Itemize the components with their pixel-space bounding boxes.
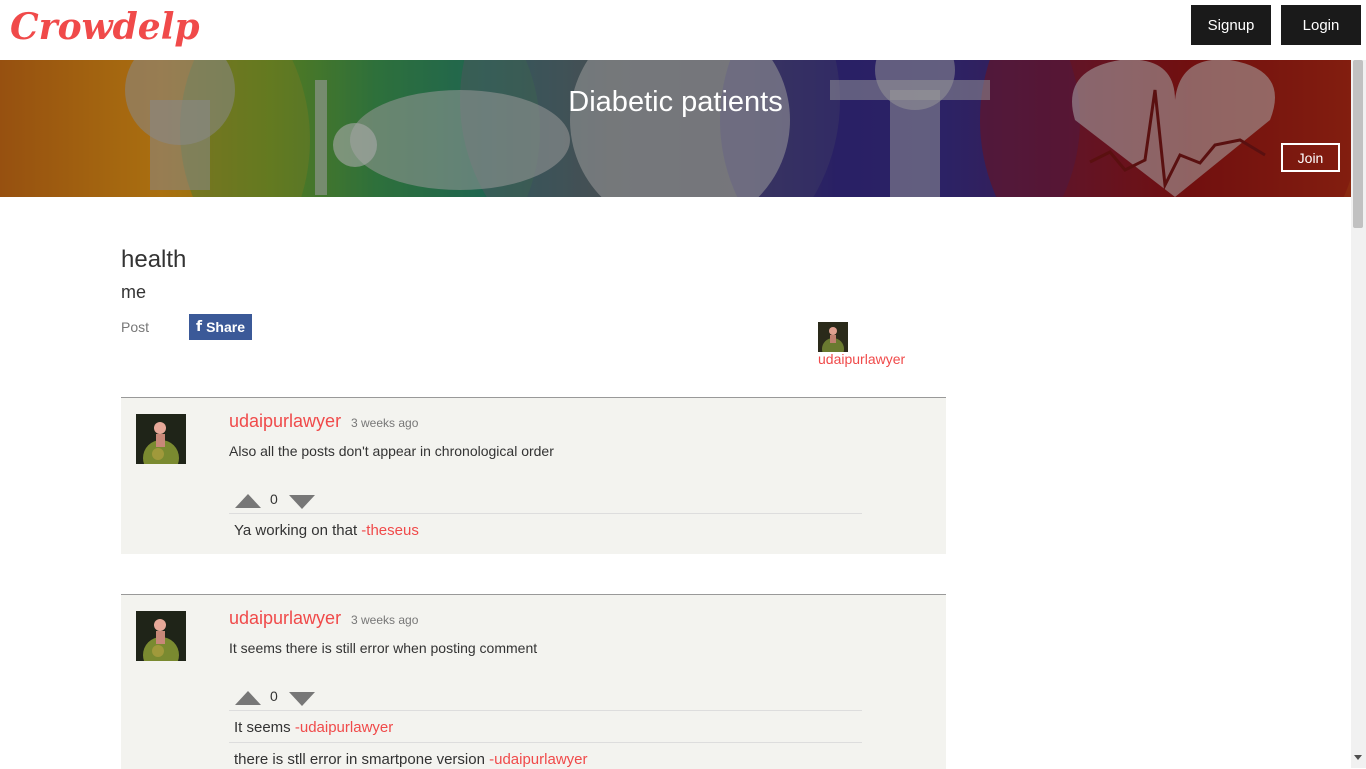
downvote-arrow-icon[interactable] xyxy=(289,692,315,706)
avatar[interactable] xyxy=(136,611,186,661)
comment-card: udaipurlawyer 3 weeks ago It seems there… xyxy=(121,594,946,769)
avatar[interactable] xyxy=(136,414,186,464)
comment-text: Also all the posts don't appear in chron… xyxy=(229,443,554,459)
reply-item: Ya working on that -theseus xyxy=(229,513,862,539)
banner-background-image xyxy=(0,60,1351,197)
comment-card: udaipurlawyer 3 weeks ago Also all the p… xyxy=(121,397,946,554)
group-banner: Diabetic patients Join xyxy=(0,60,1351,197)
comment-timestamp: 3 weeks ago xyxy=(351,416,419,430)
login-button[interactable]: Login xyxy=(1281,5,1361,45)
crowdelp-logo[interactable]: Crowdelp xyxy=(10,6,200,48)
page-scrollbar[interactable] xyxy=(1351,60,1366,768)
comment-username[interactable]: udaipurlawyer xyxy=(229,411,341,432)
comment-username[interactable]: udaipurlawyer xyxy=(229,608,341,629)
post-label: Post xyxy=(121,319,150,335)
author-link[interactable]: udaipurlawyer xyxy=(818,351,905,367)
reply-author-link[interactable]: -theseus xyxy=(361,522,419,539)
post-subtitle: me xyxy=(121,282,147,302)
comment-timestamp: 3 weeks ago xyxy=(351,613,419,627)
post-title: health xyxy=(121,246,187,273)
scroll-down-arrow-icon[interactable] xyxy=(1354,755,1362,760)
reply-text: there is stll error in smartpone version xyxy=(234,751,490,768)
facebook-icon: f xyxy=(195,319,203,335)
reply-item: It seems -udaipurlawyer xyxy=(229,710,862,736)
reply-text: It seems xyxy=(234,719,295,736)
reply-author-link[interactable]: -udaipurlawyer xyxy=(295,719,393,736)
upvote-arrow-icon[interactable] xyxy=(235,691,261,705)
signup-button[interactable]: Signup xyxy=(1191,5,1271,45)
upvote-arrow-icon[interactable] xyxy=(235,494,261,508)
comment-text: It seems there is still error when posti… xyxy=(229,640,538,656)
vote-count: 0 xyxy=(270,688,278,704)
vote-count: 0 xyxy=(270,491,278,507)
facebook-share-button[interactable]: f Share xyxy=(189,314,252,340)
scrollbar-thumb[interactable] xyxy=(1353,60,1363,228)
join-button[interactable]: Join xyxy=(1281,143,1340,172)
reply-item: there is stll error in smartpone version… xyxy=(229,742,862,768)
share-label: Share xyxy=(206,319,245,335)
top-nav: Crowdelp Signup Login xyxy=(0,0,1366,60)
reply-text: Ya working on that xyxy=(234,522,362,539)
author-avatar[interactable] xyxy=(818,322,848,352)
downvote-arrow-icon[interactable] xyxy=(289,495,315,509)
group-title: Diabetic patients xyxy=(568,86,783,118)
reply-author-link[interactable]: -udaipurlawyer xyxy=(489,751,587,768)
